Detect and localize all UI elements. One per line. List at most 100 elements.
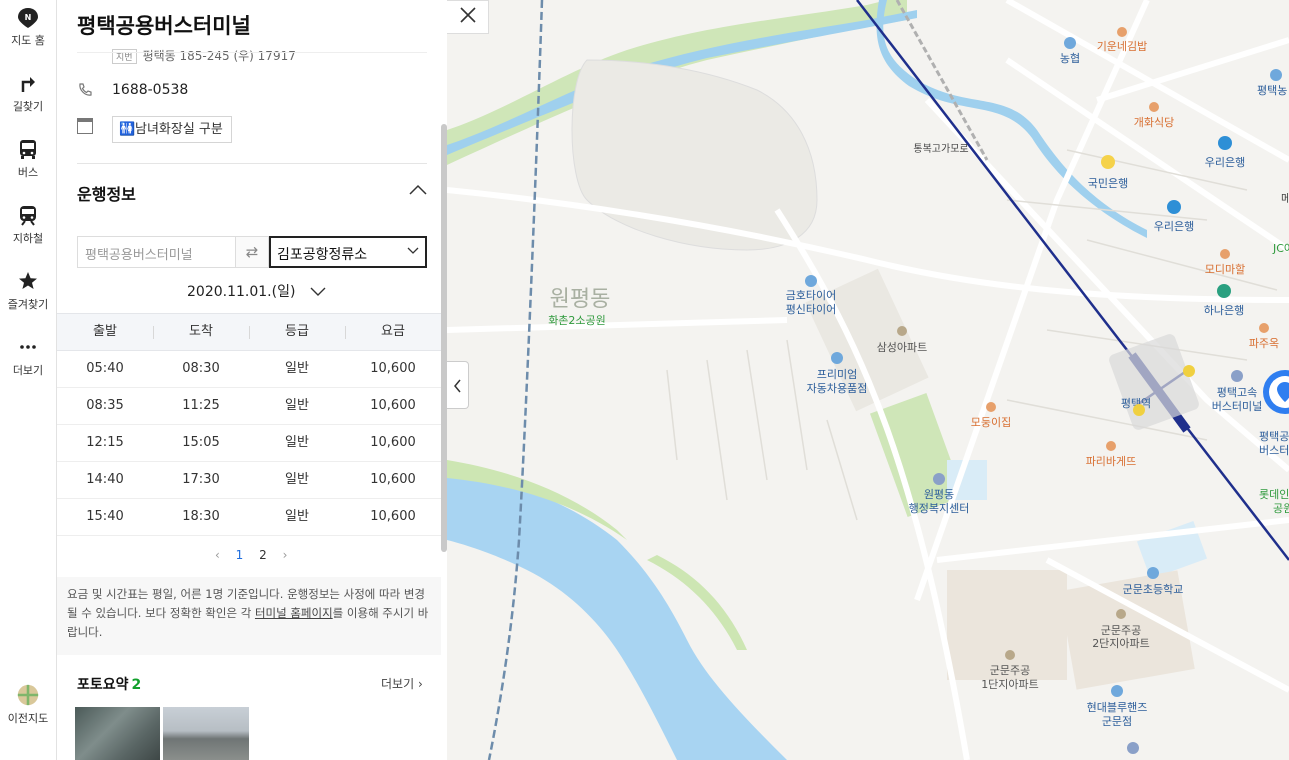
- section-title: 운행정보: [77, 185, 136, 204]
- photo-thumbnail[interactable]: [75, 707, 160, 760]
- close-button[interactable]: [447, 0, 489, 34]
- photo-count: 2: [131, 677, 142, 693]
- table-cell: 10,600: [370, 361, 416, 376]
- map-label-pajuk[interactable]: 파주옥: [1249, 337, 1279, 350]
- next-page-icon[interactable]: ›: [283, 548, 288, 562]
- table-cell: 일반: [285, 472, 309, 487]
- table-row: 08:35 11:25 일반 10,600: [57, 388, 441, 425]
- map-label-woori1[interactable]: 우리은행: [1205, 156, 1245, 169]
- nav-subway[interactable]: 지하철: [0, 204, 56, 246]
- close-icon: [460, 7, 476, 23]
- map-label-kinone[interactable]: 기운네김밥: [1097, 40, 1148, 53]
- map-label-hyundai-2[interactable]: 군문점: [1102, 715, 1132, 728]
- map-label-modi[interactable]: 모디마할: [1205, 263, 1245, 276]
- map-label-modung[interactable]: 모둥이집: [971, 416, 1011, 429]
- map-label-paris[interactable]: 파리바게뜨: [1086, 455, 1137, 468]
- nav-label: 지도 홈: [11, 34, 45, 47]
- chevron-up-icon[interactable]: [409, 184, 427, 196]
- schedule-notice: 요금 및 시간표는 평일, 어른 1명 기준입니다. 운행정보는 사정에 따라 …: [57, 577, 441, 655]
- table-cell: 11:25: [182, 398, 220, 413]
- table-row: 12:15 15:05 일반 10,600: [57, 425, 441, 462]
- map-label-park[interactable]: 화촌2소공원: [548, 314, 606, 327]
- map-label-kumho-2[interactable]: 평신타이어: [786, 303, 837, 316]
- map-label-pyeongtaek-right-1[interactable]: 평택공: [1259, 430, 1289, 443]
- map-label-premium-2[interactable]: 자동차용품점: [807, 382, 868, 395]
- phone-number[interactable]: 1688-0538: [112, 82, 188, 98]
- map-label-hana[interactable]: 하나은행: [1204, 303, 1244, 317]
- chevron-down-icon: [407, 247, 419, 254]
- map-label-nonghyup[interactable]: 농협: [1060, 52, 1080, 65]
- swap-icon: ⇄: [245, 243, 259, 261]
- terminal-homepage-link[interactable]: 터미널 홈페이지: [255, 606, 333, 620]
- map-label-kookmin[interactable]: 국민은행: [1088, 177, 1128, 190]
- photo-summary-title: 포토요약 2: [77, 674, 141, 694]
- table-cell: 일반: [285, 435, 309, 450]
- address-row: 지번 평택동 185-245 (우) 17917: [112, 47, 296, 64]
- map-label-pyeongtaek-top[interactable]: 평택농: [1257, 84, 1287, 97]
- svg-text:N: N: [25, 13, 32, 22]
- map-label-woori2[interactable]: 우리은행: [1154, 220, 1194, 233]
- map-label-office-2[interactable]: 행정복지센터: [909, 502, 970, 515]
- map-label-gaewon[interactable]: 개화식당: [1134, 116, 1174, 129]
- map-label-samsung[interactable]: 삼성아파트: [877, 341, 928, 354]
- legacy-map-icon: [17, 684, 39, 706]
- table-cell: 12:15: [86, 435, 124, 450]
- date-selector[interactable]: 2020.11.01.(일): [187, 281, 326, 301]
- map-area-label: 원평동: [550, 287, 611, 312]
- page-link[interactable]: 2: [259, 548, 267, 562]
- map-label-premium-1[interactable]: 프리미엄: [817, 368, 857, 381]
- map-label-kumho-1[interactable]: 금호타이어: [786, 289, 837, 302]
- swap-button[interactable]: ⇄: [235, 236, 269, 268]
- table-cell: 08:35: [86, 398, 124, 413]
- arrival-select[interactable]: 김포공항정류소: [269, 236, 427, 268]
- nav-label: 지하철: [12, 232, 44, 245]
- map-label-hyundai-1[interactable]: 현대블루핸즈: [1087, 701, 1148, 714]
- table-cell: 14:40: [86, 472, 124, 487]
- nav-bus[interactable]: 버스: [0, 138, 56, 180]
- nav-label: 즐겨찾기: [7, 298, 49, 311]
- map-label-gunmun2-1[interactable]: 군문주공: [1101, 624, 1141, 637]
- table-cell: 17:30: [182, 472, 220, 487]
- nav-more[interactable]: 더보기: [0, 336, 56, 378]
- map-label-express-2[interactable]: 버스터미널: [1212, 400, 1263, 413]
- map-label-office-1[interactable]: 원평동: [924, 488, 954, 501]
- divider: [77, 52, 427, 53]
- map-label-lotte-2[interactable]: 공원: [1273, 502, 1289, 515]
- arrival-value: 김포공항정류소: [277, 247, 368, 263]
- nav-label: 버스: [17, 166, 39, 179]
- nav-map-home[interactable]: N 지도 홈: [0, 6, 56, 48]
- table-cell: 15:05: [182, 435, 220, 450]
- map-label-gunmun-school[interactable]: 군문초등학교: [1123, 583, 1184, 596]
- nav-favorites[interactable]: 즐겨찾기: [0, 270, 56, 312]
- table-cell: 10,600: [370, 398, 416, 413]
- prev-page-icon[interactable]: ‹: [215, 548, 220, 562]
- table-cell: 08:30: [182, 361, 220, 376]
- nav-legacy-map[interactable]: 이전지도: [0, 684, 56, 726]
- photo-thumbnail[interactable]: [163, 707, 249, 760]
- date-value: 2020.11.01.(일): [187, 284, 296, 300]
- nav-label: 더보기: [12, 364, 44, 377]
- map-label-tongbok[interactable]: 통복고가모로: [913, 143, 968, 155]
- phone-icon: [79, 83, 92, 96]
- page-link[interactable]: 1: [236, 548, 244, 562]
- map-label-jc[interactable]: JC어린: [1272, 242, 1289, 255]
- departure-input[interactable]: 평택공용버스터미널: [77, 236, 235, 268]
- map-canvas[interactable]: 기운네김밥 농협 개화식당 통복고가모로 우리은행 국민은행 우리은행 JC어린…: [447, 0, 1289, 760]
- map-label-gunmun1-2[interactable]: 1단지아파트: [981, 678, 1039, 691]
- nav-directions[interactable]: 길찾기: [0, 72, 56, 114]
- table-cell: 10,600: [370, 509, 416, 524]
- table-cell: 15:40: [86, 509, 124, 524]
- photo-summary-label: 포토요약: [77, 677, 129, 693]
- map-label-express-1[interactable]: 평택고속: [1217, 386, 1257, 399]
- map-label-lotte-1[interactable]: 롯데인: [1259, 488, 1289, 501]
- photo-more-link[interactable]: 더보기 ›: [381, 675, 423, 692]
- map-label-gunmun1-1[interactable]: 군문주공: [990, 664, 1030, 677]
- map-label-me[interactable]: 메: [1281, 192, 1289, 205]
- directions-icon: [21, 77, 35, 92]
- header-cell: 요금: [345, 314, 441, 350]
- map-label-gunmun2-2[interactable]: 2단지아파트: [1092, 637, 1150, 650]
- panel-collapse-button[interactable]: [447, 361, 469, 409]
- chevron-left-icon: [454, 379, 461, 393]
- nav-label: 길찾기: [12, 100, 44, 113]
- map-label-pyeongtaek-right-2[interactable]: 버스터: [1259, 444, 1289, 457]
